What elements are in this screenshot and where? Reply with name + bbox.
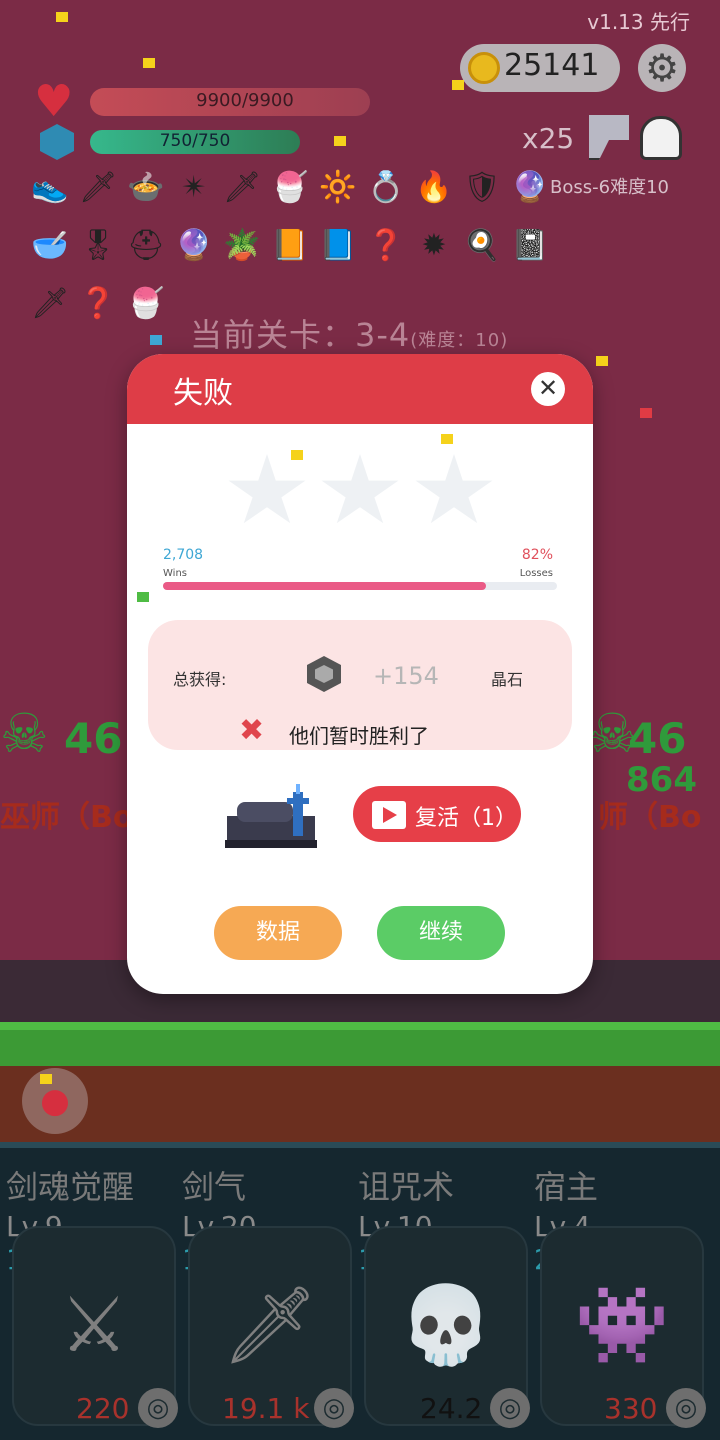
star-icon-2	[321, 454, 399, 524]
confetti	[291, 450, 303, 460]
dialog-title: 失败	[173, 376, 233, 411]
data-button[interactable]: 数据	[214, 906, 342, 960]
star-icon-1	[228, 454, 306, 524]
confetti	[441, 434, 453, 444]
losses-value: 82%	[521, 547, 553, 563]
hero-sprite-icon	[225, 784, 317, 848]
losses-label: Losses	[519, 568, 553, 579]
defeat-dialog: 失败 ✕ 2,708 Wins 82% Losses 总获得: +154 晶石 …	[127, 354, 593, 994]
fail-message: 他们暂时胜利了	[289, 724, 429, 748]
close-button[interactable]: ✕	[531, 372, 565, 406]
wins-value: 2,708	[163, 547, 204, 563]
reward-unit: 晶石	[491, 670, 524, 689]
play-icon	[383, 807, 397, 823]
wins-label: Wins	[163, 568, 187, 579]
loss-ratio-fill	[163, 582, 487, 590]
reward-label: 总获得:	[173, 670, 227, 689]
confetti	[137, 592, 149, 602]
fail-x-icon: ✖	[239, 713, 265, 748]
star-icon-3	[415, 454, 493, 524]
reward-amount: +154	[373, 662, 439, 690]
revive-label: 复活（1）	[415, 806, 517, 831]
continue-button[interactable]: 继续	[377, 906, 505, 960]
